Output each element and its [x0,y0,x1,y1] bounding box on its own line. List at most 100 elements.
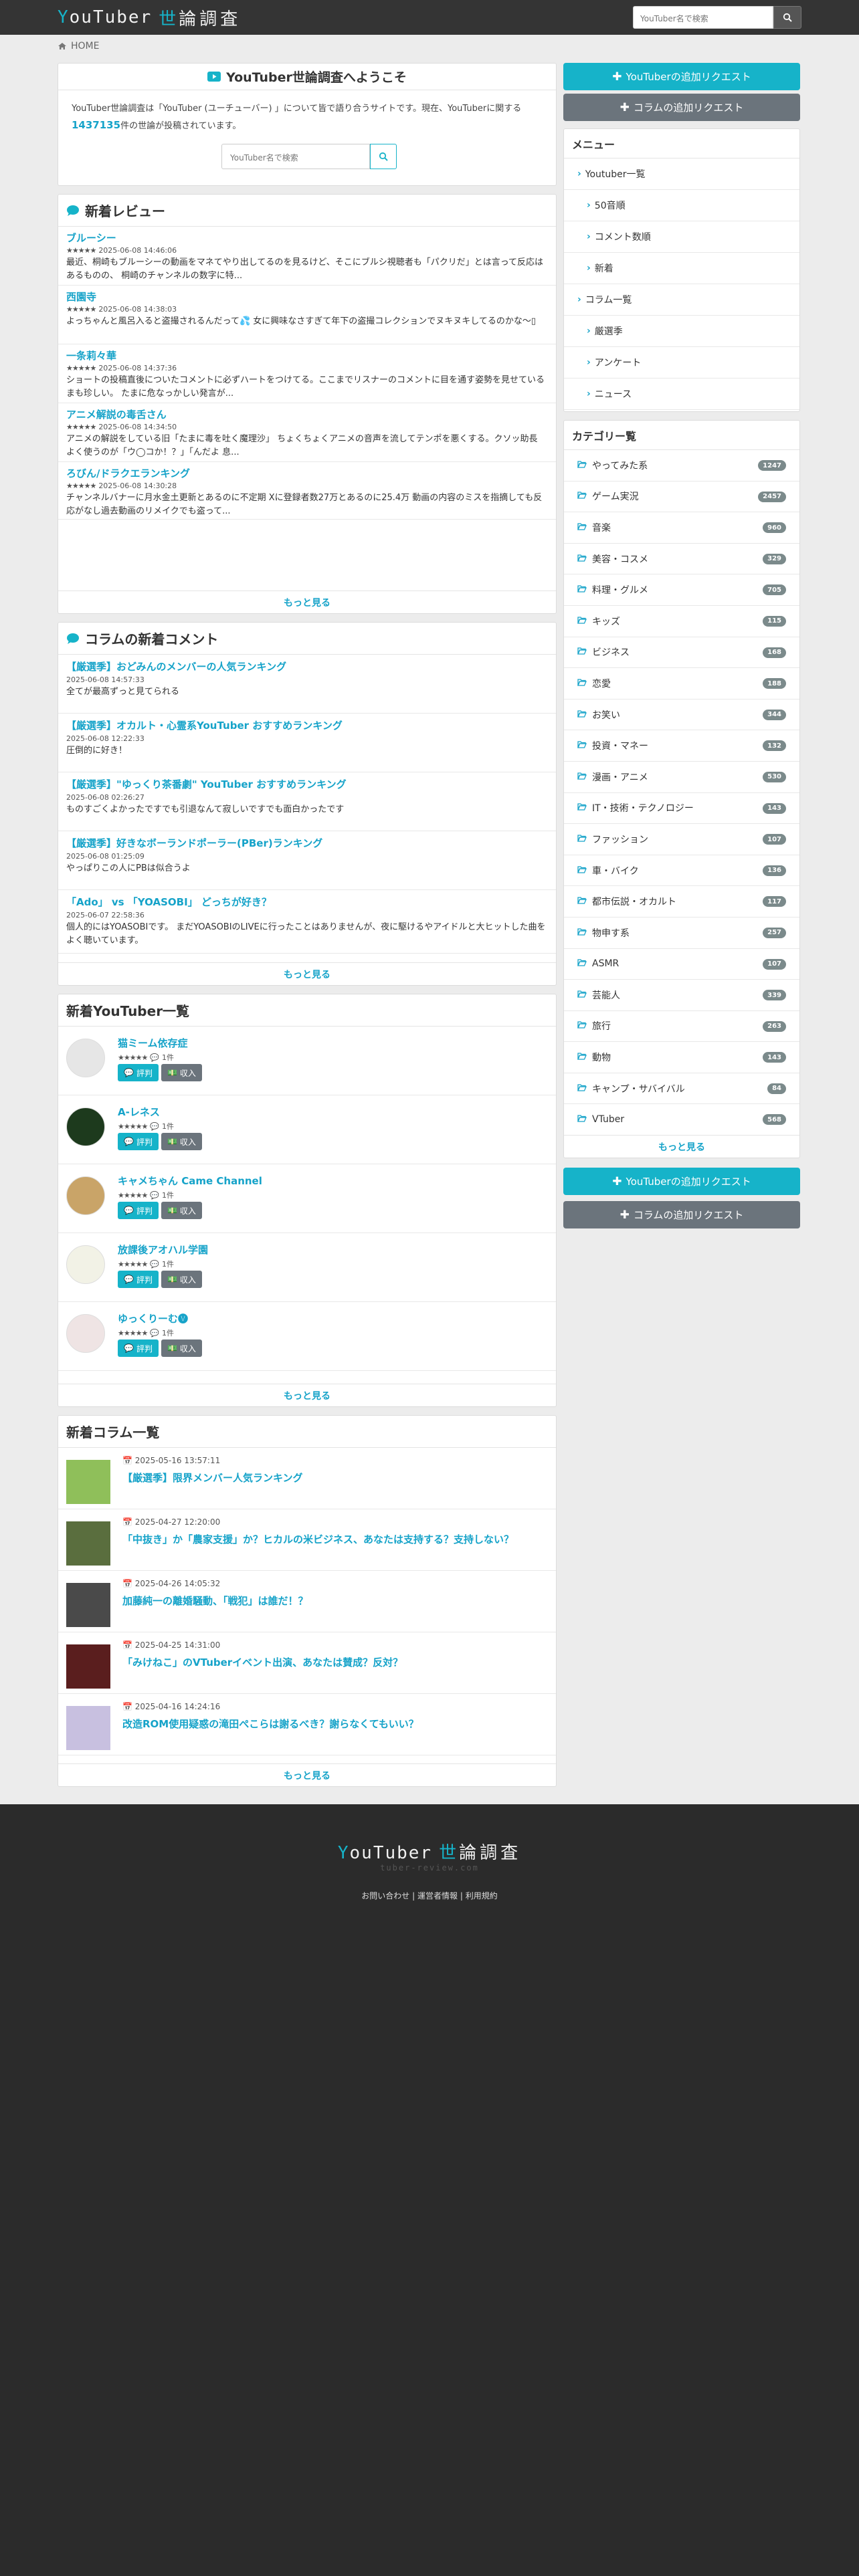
header-search-button[interactable] [773,6,801,29]
category-item[interactable]: キャンプ・サバイバル 84 [564,1073,799,1105]
review-youtuber-name[interactable]: ブルーシー [66,231,548,245]
category-item[interactable]: 漫画・アニメ 530 [564,762,799,793]
category-item[interactable]: 音楽 960 [564,512,799,544]
column-thumbnail[interactable] [66,1644,110,1689]
review-button[interactable]: 💬 評判 [118,1271,159,1288]
add-column-request-button-bottom[interactable]: ✚ コラムの追加リクエスト [563,1201,800,1228]
category-item[interactable]: ゲーム実況 2457 [564,481,799,513]
category-item[interactable]: キッズ 115 [564,606,799,637]
review-youtuber-name[interactable]: 一条莉々華 [66,348,548,363]
column-title[interactable]: 【厳選季】限界メンバー人気ランキング [122,1471,303,1485]
youtubers-more-link[interactable]: もっと見る [58,1384,556,1406]
review-youtuber-name[interactable]: 西園寺 [66,290,548,304]
footer-operator-link[interactable]: 運営者情報 [417,1891,458,1901]
column-thumbnail[interactable] [66,1583,110,1627]
add-column-request-button[interactable]: ✚ コラムの追加リクエスト [563,94,800,121]
category-item[interactable]: ASMR 107 [564,949,799,980]
income-button[interactable]: 💵 収入 [161,1339,202,1357]
income-button[interactable]: 💵 収入 [161,1133,202,1150]
category-count-badge: 136 [763,865,786,876]
column-comment-title[interactable]: 【厳選季】"ゆっくり茶番劇" YouTuber おすすめランキング [66,776,548,792]
column-comment-title[interactable]: 【厳選季】オカルト・心霊系YouTuber おすすめランキング [66,718,548,734]
menu-item[interactable]: › コラム一覧 [564,284,799,316]
column-title[interactable]: 「みけねこ」のVTuberイベント出演、あなたは賛成？反対？ [122,1655,403,1669]
review-button[interactable]: 💬 評判 [118,1133,159,1150]
menu-item[interactable]: › アンケート [564,347,799,379]
menu-item[interactable]: › 50音順 [564,190,799,221]
column-comments-more-link[interactable]: もっと見る [58,962,556,985]
youtuber-name[interactable]: キャメちゃん Came Channel [118,1174,262,1188]
category-item[interactable]: 美容・コスメ 329 [564,544,799,575]
avatar[interactable] [66,1039,105,1077]
review-date: 2025-06-08 14:37:36 [98,364,177,372]
avatar[interactable] [66,1314,105,1353]
category-item[interactable]: 恋愛 188 [564,668,799,700]
category-label: 音楽 [592,522,611,534]
footer-terms-link[interactable]: 利用規約 [466,1891,498,1901]
column-thumbnail[interactable] [66,1521,110,1566]
category-item[interactable]: 芸能人 339 [564,980,799,1011]
category-item[interactable]: 都市伝説・オカルト 117 [564,886,799,918]
column-title[interactable]: 改造ROM使用疑惑の滝田ぺこらは謝るべき？謝らなくてもいい？ [122,1717,419,1731]
column-comment-title[interactable]: 「Ado」 vs 「YOASOBI」 どっちが好き？ [66,894,548,910]
column-comment-date: 2025-06-08 02:26:27 [66,793,145,802]
category-item[interactable]: IT・技術・テクノロジー 143 [564,793,799,825]
menu-item[interactable]: › 新着 [564,253,799,284]
youtuber-item: 放課後アオハル学園 ★★★★★ 💬 1件 💬 評判 💵 収入 [58,1233,556,1302]
youtuber-name[interactable]: ゆっくりーむ🅥 [118,1311,188,1325]
category-item[interactable]: 車・バイク 136 [564,855,799,887]
category-item[interactable]: 料理・グルメ 705 [564,574,799,606]
footer-logo[interactable]: YouTuber 世論調査 [0,1839,859,1864]
column-comment-title[interactable]: 【厳選季】おどみんのメンバーの人気ランキング [66,659,548,675]
column-comment-date: 2025-06-07 22:58:36 [66,911,145,920]
footer-contact-link[interactable]: お問い合わせ [361,1891,409,1901]
rating-stars: ★★★★★ [66,423,96,431]
youtuber-name[interactable]: 放課後アオハル学園 [118,1243,208,1257]
column-comment-title[interactable]: 【厳選季】好きなボーランドポーラー(PBer)ランキング [66,835,548,851]
income-button[interactable]: 💵 収入 [161,1064,202,1081]
review-button[interactable]: 💬 評判 [118,1202,159,1219]
column-comments-panel: コラムの新着コメント 【厳選季】おどみんのメンバーの人気ランキング 2025-06… [58,622,557,986]
column-thumbnail[interactable] [66,1460,110,1504]
menu-item[interactable]: › 厳選季 [564,316,799,347]
category-item[interactable]: やってみた系 1247 [564,450,799,481]
column-thumbnail[interactable] [66,1706,110,1750]
review-youtuber-name[interactable]: ろびん/ドラクエランキング [66,466,548,481]
review-button[interactable]: 💬 評判 [118,1339,159,1357]
menu-item[interactable]: › Youtuber一覧 [564,158,799,190]
category-item[interactable]: 物申す系 257 [564,918,799,949]
money-icon: 💵 [167,1275,177,1284]
category-item[interactable]: VTuber 568 [564,1104,799,1136]
menu-item[interactable]: › コメント数順 [564,221,799,253]
category-item[interactable]: 投資・マネー 132 [564,730,799,762]
search-icon [379,152,388,161]
avatar[interactable] [66,1245,105,1284]
youtuber-name[interactable]: A-レネス [118,1105,160,1119]
review-button[interactable]: 💬 評判 [118,1064,159,1081]
column-title[interactable]: 加藤純一の離婚騒動、「戦犯」は誰だ！？ [122,1594,308,1608]
categories-more-link[interactable]: もっと見る [564,1135,799,1158]
income-button[interactable]: 💵 収入 [161,1271,202,1288]
avatar[interactable] [66,1107,105,1146]
category-item[interactable]: 動物 143 [564,1042,799,1073]
column-title[interactable]: 「中抜き」か「農家支援」か？ヒカルの米ビジネス、あなたは支持する？支持しない？ [122,1532,514,1546]
category-label: キッズ [592,616,620,627]
reviews-more-link[interactable]: もっと見る [58,591,556,613]
welcome-search-input[interactable]: YouTuber名で検索 [221,144,370,169]
columns-more-link[interactable]: もっと見る [58,1763,556,1786]
category-item[interactable]: お笑い 344 [564,700,799,731]
income-button[interactable]: 💵 収入 [161,1202,202,1219]
add-youtuber-request-button[interactable]: ✚ YouTuberの追加リクエスト [563,63,800,90]
menu-item[interactable]: › ニュース [564,379,799,410]
site-logo[interactable]: YouTuber 世論調査 [58,6,241,29]
category-item[interactable]: ビジネス 168 [564,637,799,669]
review-youtuber-name[interactable]: アニメ解説の毒舌さん [66,407,548,422]
category-item[interactable]: ファッション 107 [564,824,799,855]
category-item[interactable]: 旅行 263 [564,1011,799,1043]
avatar[interactable] [66,1176,105,1215]
breadcrumb-home[interactable]: HOME [71,41,99,51]
youtuber-name[interactable]: 猫ミーム依存症 [118,1036,188,1050]
welcome-search-button[interactable] [370,144,397,169]
header-search-input[interactable]: YouTuber名で検索 [633,6,773,29]
add-youtuber-request-button-bottom[interactable]: ✚ YouTuberの追加リクエスト [563,1168,800,1195]
